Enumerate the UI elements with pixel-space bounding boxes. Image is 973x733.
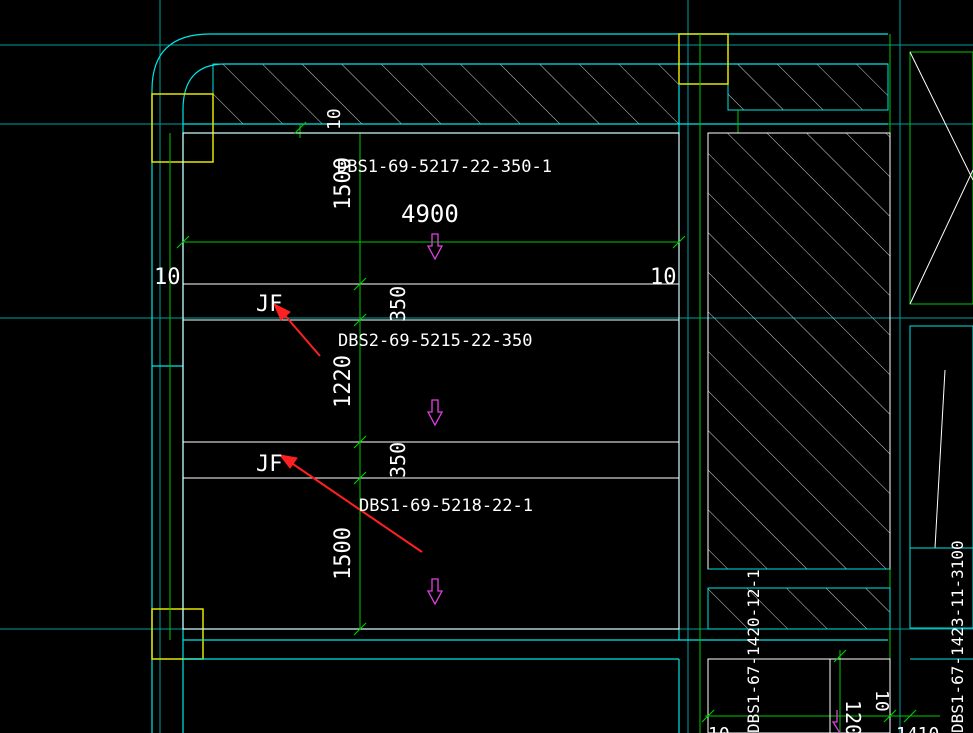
- dimension-panel-3: 1500: [331, 527, 356, 580]
- offset-left: 10: [154, 265, 181, 290]
- right-hatched-strip: [707, 587, 891, 630]
- red-arrow-1: [281, 311, 321, 357]
- dimension-panel-1: 1500: [331, 157, 356, 210]
- dimension-gap-2: 350: [386, 442, 410, 478]
- joint-label-2: JF: [256, 452, 283, 477]
- panel-1-label: DBS1-69-5217-22-350-1: [337, 157, 552, 177]
- panel-3-label: DBS1-69-5218-22-1: [359, 496, 533, 516]
- dimension-total: 4900: [401, 200, 459, 228]
- bottom-offset-c: 1410: [896, 724, 939, 733]
- dimension-gap-1: 350: [386, 286, 410, 322]
- down-arrow-icon: [426, 233, 444, 261]
- cad-drawing-canvas[interactable]: DBS1-69-5217-22-350-1 DBS2-69-5215-22-35…: [0, 0, 973, 733]
- right-panel-label-b: DBS1-67-1423-11-3100: [948, 540, 967, 733]
- joint-label-1: JF: [256, 292, 283, 317]
- top-beam-hatch: [212, 63, 680, 125]
- panel-2-label: DBS2-69-5215-22-350: [338, 331, 532, 351]
- bottom-offset-b: 10: [708, 724, 730, 733]
- down-arrow-icon: [831, 710, 841, 733]
- offset-top: 10: [324, 108, 345, 130]
- right-hatched-panel: [707, 132, 891, 570]
- bottom-dimension-a: 120: [841, 700, 865, 733]
- bottom-offset-a: 10: [871, 690, 892, 712]
- right-panel-label-a: DBS1-67-1420-12-1: [744, 569, 763, 733]
- offset-right: 10: [650, 265, 677, 290]
- down-arrow-icon: [426, 578, 444, 606]
- down-arrow-icon: [426, 399, 444, 427]
- top-beam-hatch-right: [727, 63, 889, 111]
- dimension-panel-2: 1220: [331, 355, 356, 408]
